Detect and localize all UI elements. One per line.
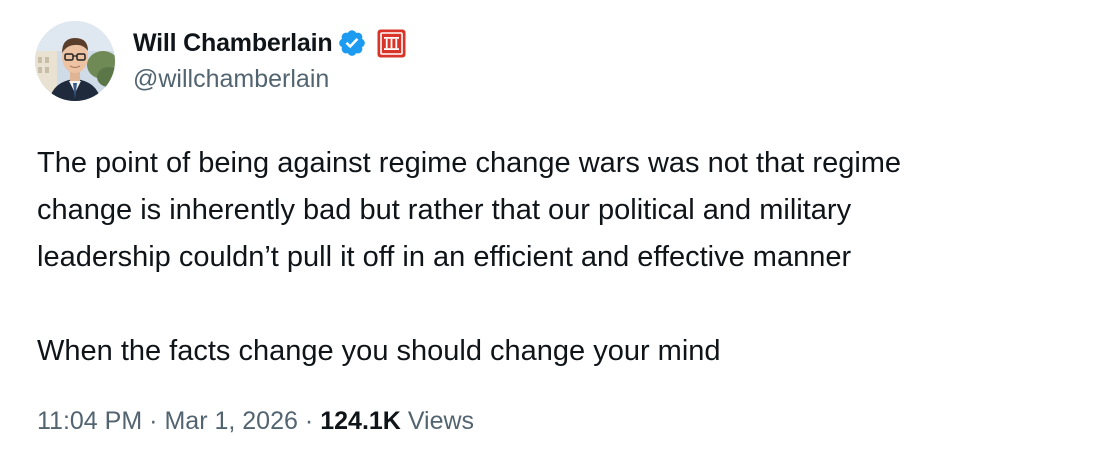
views-count: 124.1K <box>320 407 401 435</box>
avatar[interactable] <box>35 21 115 101</box>
tweet-timestamp-date[interactable]: Mar 1, 2026 <box>164 407 297 435</box>
roman-numeral-badge-icon[interactable] <box>377 29 406 58</box>
tweet-text-line: The point of being against regime change… <box>37 147 902 179</box>
tweet-text-line: leadership couldn’t pull it off in an ef… <box>37 241 852 273</box>
author-name-row: Will Chamberlain <box>133 23 406 63</box>
views-link[interactable]: 124.1K Views <box>320 407 474 435</box>
tweet-text-line: change is inherently bad but rather that… <box>37 194 852 226</box>
tweet-text-second-paragraph: When the facts change you should change … <box>37 335 721 367</box>
verified-badge-icon[interactable] <box>337 28 367 58</box>
author-handle[interactable]: @willchamberlain <box>133 65 329 94</box>
author-display-name[interactable]: Will Chamberlain <box>133 29 333 58</box>
avatar-photo <box>35 21 115 101</box>
tweet-text: The point of being against regime change… <box>37 140 1082 375</box>
tweet-timestamp-time[interactable]: 11:04 PM <box>37 407 142 435</box>
meta-separator: · <box>304 407 314 435</box>
views-label: Views <box>407 407 475 435</box>
meta-separator: · <box>149 407 158 435</box>
tweet-card: Will Chamberlain @willchamberlain The po… <box>0 0 1097 458</box>
tweet-meta: 11:04 PM · Mar 1, 2026 · 124.1K Views <box>37 407 474 436</box>
